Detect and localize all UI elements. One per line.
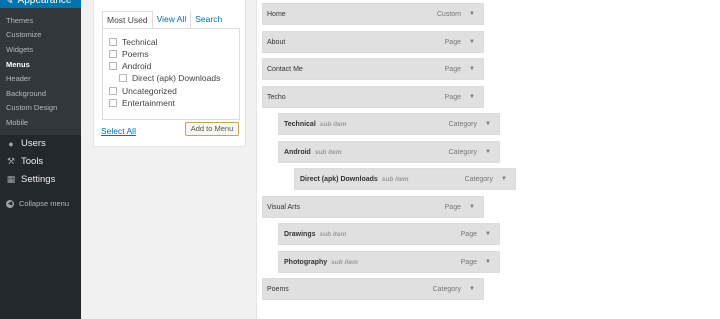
category-item[interactable]: Android [109,61,151,71]
expand-arrow-icon[interactable]: ▼ [501,176,507,182]
category-item[interactable]: Direct (apk) Downloads [119,73,220,83]
submenu-menus[interactable]: Menus [6,60,30,69]
categories-panel: Most Used View All Search Technical Poem… [93,0,246,147]
checkbox[interactable] [109,50,117,58]
expand-arrow-icon[interactable]: ▼ [469,204,475,210]
checkbox[interactable] [109,87,117,95]
menu-item[interactable]: Techo Page ▼ [262,86,484,108]
submenu-themes[interactable]: Themes [6,16,33,25]
expand-arrow-icon[interactable]: ▼ [485,231,491,237]
users-label: Users [21,138,46,149]
submenu-customize[interactable]: Customize [6,30,41,39]
expand-arrow-icon[interactable]: ▼ [469,94,475,100]
checkbox[interactable] [109,99,117,107]
tools-label: Tools [21,156,44,167]
tab-most-used[interactable]: Most Used [102,11,153,28]
category-list: Technical Poems Android Direct (apk) Dow… [102,28,240,120]
expand-arrow-icon[interactable]: ▼ [485,149,491,155]
collapse-arrow-icon: ◀ [6,199,14,208]
submenu-mobile[interactable]: Mobile [6,118,28,127]
paintbrush-icon: ✎ [6,0,14,6]
expand-arrow-icon[interactable]: ▼ [469,286,475,292]
menu-item[interactable]: Technical sub item Category ▼ [278,113,500,135]
submenu-background[interactable]: Background [6,89,46,98]
expand-arrow-icon[interactable]: ▼ [469,11,475,17]
menu-item[interactable]: Contact Me Page ▼ [262,58,484,80]
submenu-widgets[interactable]: Widgets [6,45,33,54]
submenu-custom-design[interactable]: Custom Design [6,103,57,112]
menu-item[interactable]: Drawings sub item Page ▼ [278,223,500,245]
menu-item[interactable]: Direct (apk) Downloads sub item Category … [294,168,516,190]
expand-arrow-icon[interactable]: ▼ [485,121,491,127]
menu-item[interactable]: About Page ▼ [262,31,484,53]
category-item[interactable]: Technical [109,37,157,47]
settings-icon: ▦ [6,174,16,184]
tab-view-all[interactable]: View All [153,11,192,28]
admin-sidebar: ✎ Appearance Themes Customize Widgets Me… [0,0,81,319]
menu-item[interactable]: Photography sub item Page ▼ [278,251,500,273]
menu-item[interactable]: Home Custom ▼ [262,3,484,25]
category-item[interactable]: Poems [109,49,148,59]
menu-tools[interactable]: ⚒ Tools [6,156,43,167]
expand-arrow-icon[interactable]: ▼ [469,39,475,45]
checkbox[interactable] [109,38,117,46]
collapse-menu-button[interactable]: ◀ Collapse menu [6,199,69,208]
menu-item[interactable]: Visual Arts Page ▼ [262,196,484,218]
add-to-menu-button[interactable]: Add to Menu [185,122,239,136]
users-icon: ● [8,138,14,149]
tab-search[interactable]: Search [191,11,226,28]
select-all-link[interactable]: Select All [101,126,136,136]
menu-item[interactable]: Poems Category ▼ [262,278,484,300]
appearance-submenu: Themes Customize Widgets Menus Header Ba… [0,8,81,135]
category-item[interactable]: Entertainment [109,98,175,108]
expand-arrow-icon[interactable]: ▼ [469,66,475,72]
appearance-label: Appearance [17,0,72,6]
submenu-header[interactable]: Header [6,74,31,83]
checkbox[interactable] [119,74,127,82]
menu-item[interactable]: Android sub item Category ▼ [278,141,500,163]
category-item[interactable]: Uncategorized [109,86,177,96]
menu-users[interactable]: ● Users [6,138,46,149]
category-tabs: Most Used View All Search [102,11,226,28]
wrench-icon: ⚒ [6,156,16,166]
collapse-label: Collapse menu [19,199,70,208]
settings-label: Settings [21,174,56,185]
checkbox[interactable] [109,62,117,70]
expand-arrow-icon[interactable]: ▼ [485,259,491,265]
menu-settings[interactable]: ▦ Settings [6,174,56,185]
menu-appearance[interactable]: ✎ Appearance [0,0,81,8]
